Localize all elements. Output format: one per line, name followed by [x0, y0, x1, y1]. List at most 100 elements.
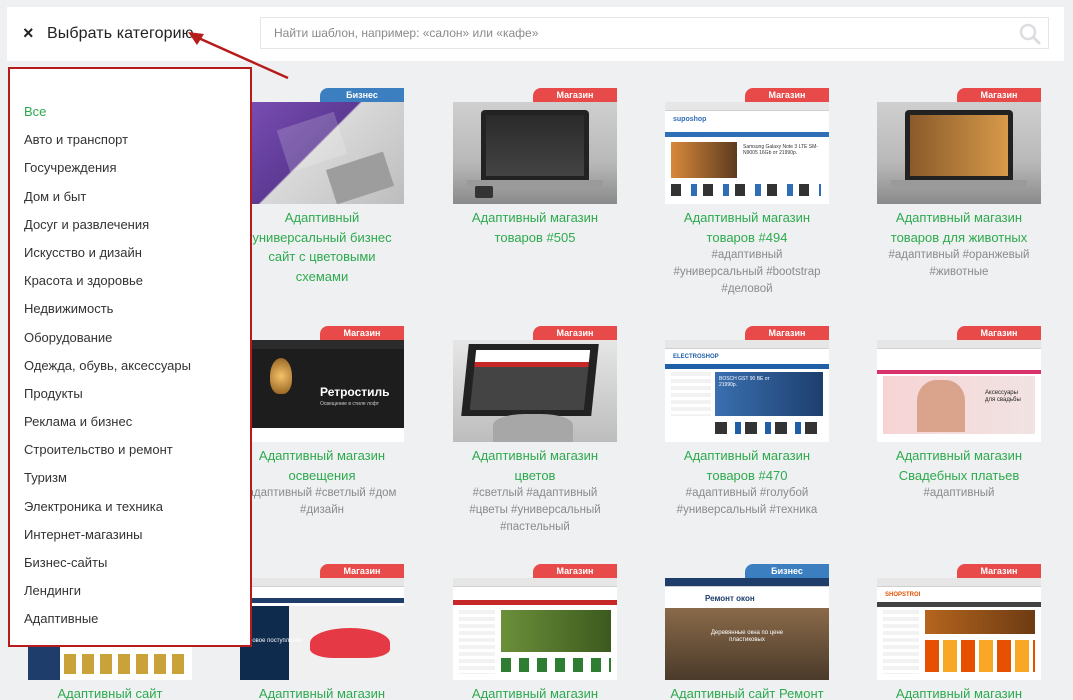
- template-card[interactable]: Магазин ELECTROSHOP BOSCH GST 90 BE от 2…: [665, 326, 829, 519]
- template-tags: #универсальный #bootstrap: [673, 266, 821, 278]
- template-thumbnail[interactable]: Магазин: [877, 88, 1041, 204]
- template-screenshot: [453, 340, 617, 442]
- template-screenshot: Ремонт окон Деревянные окна по цене плас…: [665, 578, 829, 680]
- template-screenshot: ELECTROSHOP BOSCH GST 90 BE от 21990р.: [665, 340, 829, 442]
- category-item[interactable]: Недвижимость: [10, 295, 250, 323]
- template-title[interactable]: товаров #494: [665, 228, 829, 248]
- template-card[interactable]: Магазин suposhop Samsung Galaxy Note 3 L…: [665, 88, 829, 298]
- template-title[interactable]: Адаптивный магазин: [877, 208, 1041, 228]
- template-screenshot: Новое поступление: [240, 578, 404, 680]
- category-badge: Магазин: [745, 326, 829, 340]
- category-item[interactable]: Реклама и бизнес: [10, 408, 250, 436]
- template-tags: #цветы #универсальный: [469, 504, 601, 516]
- template-thumbnail[interactable]: Магазин Новое поступление: [240, 564, 404, 680]
- template-title[interactable]: товаров #470: [665, 466, 829, 486]
- category-item[interactable]: Искусство и дизайн: [10, 239, 250, 267]
- template-title[interactable]: Свадебных платьев: [877, 466, 1041, 486]
- choose-category-title[interactable]: Выбрать категорию: [47, 25, 194, 43]
- search-icon[interactable]: [1018, 22, 1042, 46]
- template-thumbnail[interactable]: Магазин Аксессуары для свадьбы: [877, 326, 1041, 442]
- template-card[interactable]: Магазин Адаптивный магазин товаров #505: [453, 88, 617, 247]
- category-badge: Магазин: [957, 564, 1041, 578]
- template-title[interactable]: Адаптивный магазин: [665, 208, 829, 228]
- template-title[interactable]: цветов: [453, 466, 617, 486]
- template-title[interactable]: Адаптивный магазин: [877, 446, 1041, 466]
- template-tags: #дизайн: [300, 504, 344, 516]
- template-thumbnail[interactable]: Магазин: [453, 88, 617, 204]
- category-badge: Магазин: [533, 88, 617, 102]
- template-title[interactable]: Адаптивный сайт Ремонт: [665, 684, 829, 700]
- category-item[interactable]: Оборудование: [10, 324, 250, 352]
- template-tags: #адаптивный: [923, 487, 995, 499]
- template-title[interactable]: товаров для животных: [877, 228, 1041, 248]
- template-screenshot: SHOPSTROI: [877, 578, 1041, 680]
- template-thumbnail[interactable]: Магазин: [453, 326, 617, 442]
- close-icon[interactable]: ×: [23, 24, 39, 42]
- template-title[interactable]: Адаптивный магазин: [453, 446, 617, 466]
- category-item-all[interactable]: Все: [10, 98, 250, 126]
- template-title[interactable]: универсальный бизнес: [240, 228, 404, 248]
- template-tags: #адаптивный: [711, 249, 783, 261]
- template-card[interactable]: Магазин Ретростиль Освещение в стиле лоф…: [240, 326, 404, 519]
- template-thumbnail[interactable]: Магазин: [453, 564, 617, 680]
- windows-promo: Деревянные окна по цене пластиковых: [710, 630, 784, 643]
- template-thumbnail[interactable]: Магазин ELECTROSHOP BOSCH GST 90 BE от 2…: [665, 326, 829, 442]
- category-item[interactable]: Строительство и ремонт: [10, 436, 250, 464]
- template-title[interactable]: Адаптивный сайт: [28, 684, 192, 700]
- category-item[interactable]: Туризм: [10, 464, 250, 492]
- template-tags: адаптивный #светлый #дом: [247, 487, 397, 499]
- sneakers-promo: Новое поступление: [248, 638, 303, 644]
- template-thumbnail[interactable]: Магазин Ретростиль Освещение в стиле лоф…: [240, 326, 404, 442]
- template-thumbnail[interactable]: Бизнес Ремонт окон Деревянные окна по це…: [665, 564, 829, 680]
- category-item[interactable]: Бизнес-сайты: [10, 549, 250, 577]
- category-badge: Бизнес: [320, 88, 404, 102]
- category-item[interactable]: Интернет-магазины: [10, 521, 250, 549]
- template-card[interactable]: Магазин SHOPSTROI Адаптивный магазин: [877, 564, 1041, 700]
- category-list: Все Авто и транспорт Госучреждения Дом и…: [10, 69, 250, 634]
- wedding-promo: Аксессуары для свадьбы: [985, 390, 1021, 403]
- template-title[interactable]: товаров #505: [453, 228, 617, 248]
- template-tags: #светлый #адаптивный: [472, 487, 598, 499]
- template-tags: #адаптивный #голубой: [685, 487, 809, 499]
- template-title[interactable]: Адаптивный магазин: [240, 446, 404, 466]
- template-screenshot: suposhop Samsung Galaxy Note 3 LTE SM-N9…: [665, 102, 829, 204]
- category-item[interactable]: Лендинги: [10, 577, 250, 605]
- shopstroi-logo: SHOPSTROI: [885, 592, 921, 598]
- template-card[interactable]: Магазин Адаптивный магазин: [453, 564, 617, 700]
- template-title[interactable]: Адаптивный: [240, 208, 404, 228]
- template-title[interactable]: Адаптивный магазин: [453, 684, 617, 700]
- template-screenshot: [240, 102, 404, 204]
- template-thumbnail[interactable]: Бизнес: [240, 88, 404, 204]
- category-item[interactable]: Одежда, обувь, аксессуары: [10, 352, 250, 380]
- template-card[interactable]: Магазин Адаптивный магазин цветов #светл…: [453, 326, 617, 536]
- template-title[interactable]: схемами: [240, 267, 404, 287]
- category-item[interactable]: Адаптивные: [10, 605, 250, 633]
- template-card[interactable]: Бизнес Адаптивный универсальный бизнес с…: [240, 88, 404, 286]
- search-input[interactable]: [261, 18, 1001, 48]
- template-title[interactable]: сайт с цветовыми: [240, 247, 404, 267]
- category-item[interactable]: Авто и транспорт: [10, 126, 250, 154]
- template-card[interactable]: Магазин Адаптивный магазин товаров для ж…: [877, 88, 1041, 281]
- template-card[interactable]: Магазин Новое поступление Адаптивный маг…: [240, 564, 404, 700]
- template-title[interactable]: Адаптивный магазин: [240, 684, 404, 700]
- template-card[interactable]: Бизнес Ремонт окон Деревянные окна по це…: [665, 564, 829, 700]
- template-title[interactable]: Адаптивный магазин: [665, 446, 829, 466]
- category-item[interactable]: Электроника и техника: [10, 493, 250, 521]
- template-screenshot: Аксессуары для свадьбы: [877, 340, 1041, 442]
- template-title[interactable]: Адаптивный магазин: [453, 208, 617, 228]
- template-thumbnail[interactable]: Магазин suposhop Samsung Galaxy Note 3 L…: [665, 88, 829, 204]
- category-item[interactable]: Досуг и развлечения: [10, 211, 250, 239]
- template-card[interactable]: Магазин Аксессуары для свадьбы Адаптивны…: [877, 326, 1041, 502]
- template-title[interactable]: Адаптивный магазин: [877, 684, 1041, 700]
- template-tags: #животные: [929, 266, 989, 278]
- category-item[interactable]: Продукты: [10, 380, 250, 408]
- template-thumbnail[interactable]: Магазин SHOPSTROI: [877, 564, 1041, 680]
- category-badge: Магазин: [533, 326, 617, 340]
- category-badge: Магазин: [320, 564, 404, 578]
- category-item[interactable]: Красота и здоровье: [10, 267, 250, 295]
- template-title[interactable]: освещения: [240, 466, 404, 486]
- category-item[interactable]: Госучреждения: [10, 154, 250, 182]
- template-screenshot: Ретростиль Освещение в стиле лофт: [240, 340, 404, 442]
- category-item[interactable]: Дом и быт: [10, 183, 250, 211]
- phone-promo: Samsung Galaxy Note 3 LTE SM-N9005 16Gb …: [743, 144, 818, 156]
